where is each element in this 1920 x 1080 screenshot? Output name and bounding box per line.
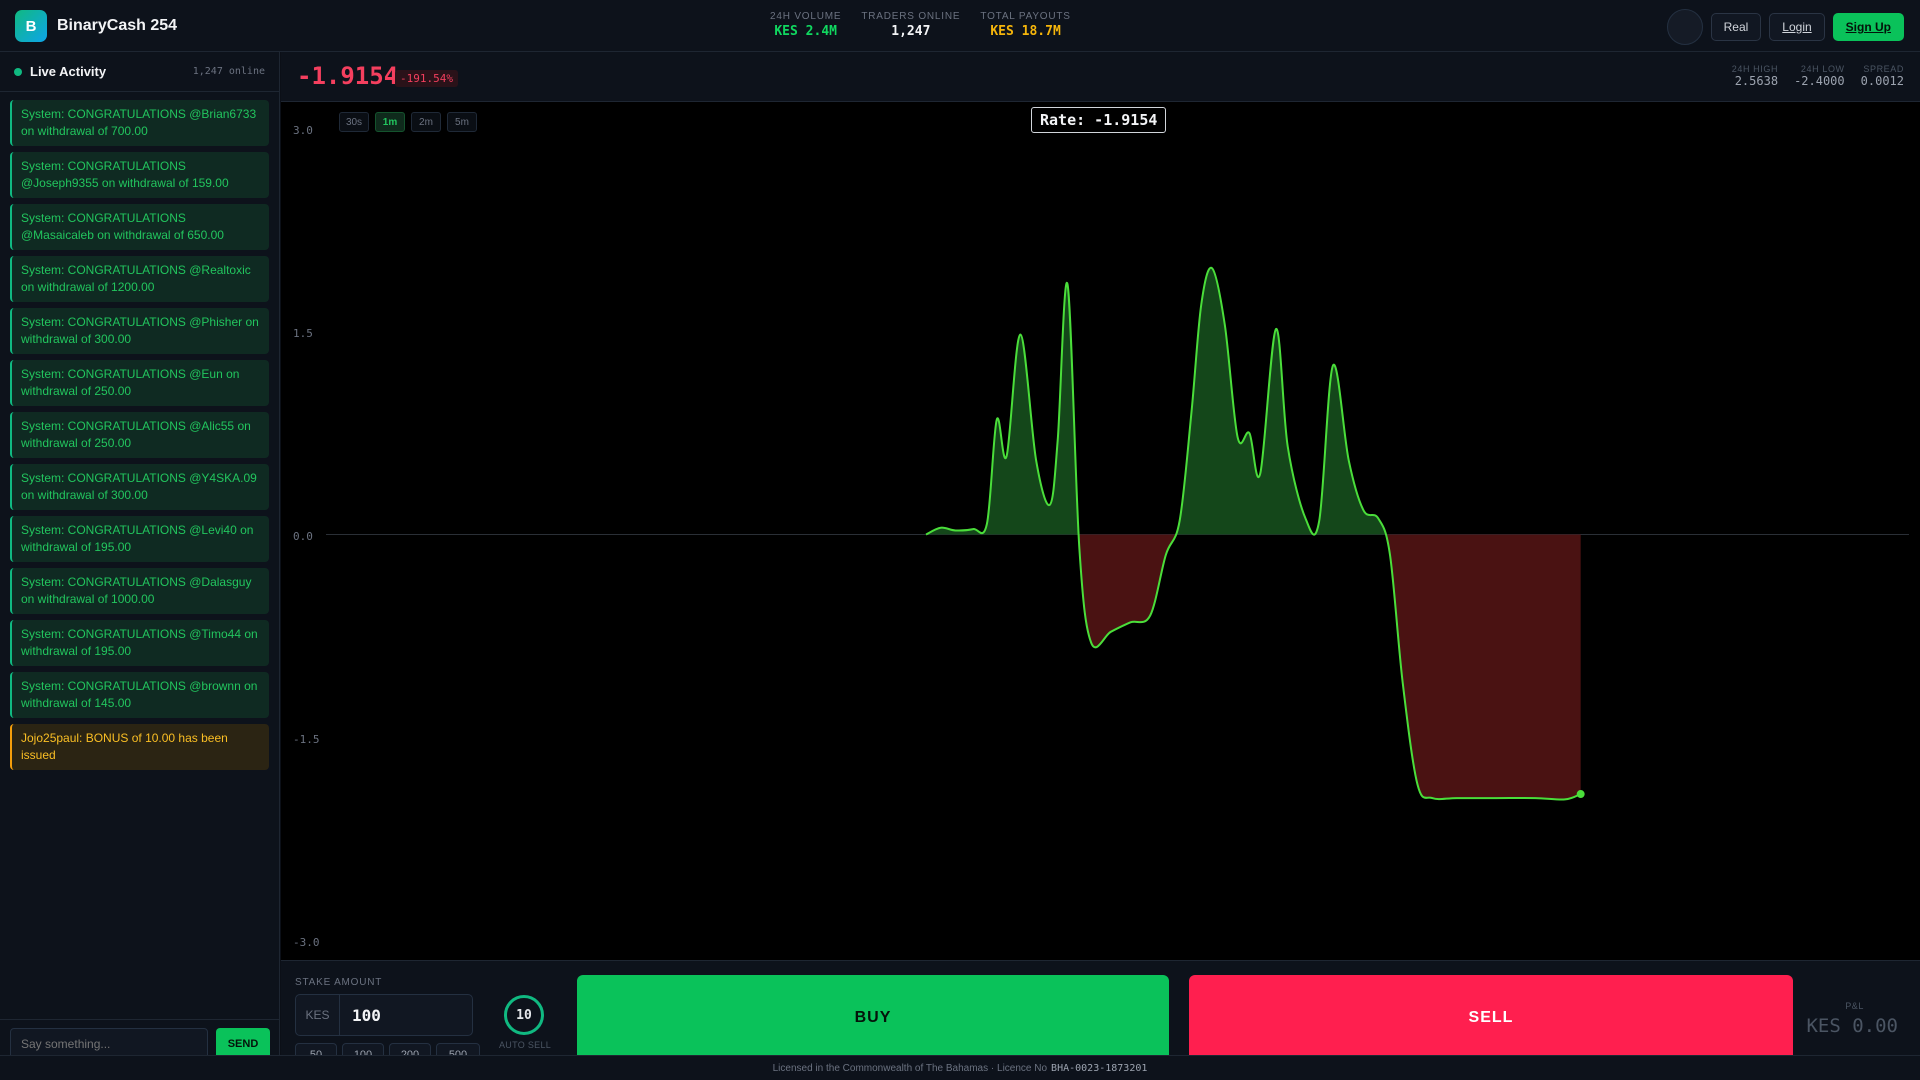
brand-logo: B — [15, 10, 47, 42]
account-mode-button[interactable]: Real — [1710, 13, 1762, 41]
activity-message: System: CONGRATULATIONS @Alic55 on withd… — [10, 412, 269, 458]
stake-amount-field[interactable]: KES 100 — [295, 994, 473, 1036]
stat-label: 24H HIGH — [1731, 64, 1779, 74]
quick-amounts: 50 100 200 500 — [295, 1043, 480, 1055]
stat-label: 24H VOLUME — [770, 11, 842, 22]
stat-label: SPREAD — [1863, 64, 1904, 74]
timeframe-1m[interactable]: 1m — [375, 112, 405, 132]
bonus-message: Jojo25paul: BONUS of 10.00 has been issu… — [10, 724, 269, 770]
chat-composer: SEND — [0, 1019, 280, 1055]
sidebar-title: Live Activity — [30, 64, 107, 79]
stat-payouts: TOTAL PAYOUTS KES 18.7M — [980, 11, 1070, 39]
header-actions: Real Login Sign Up — [1666, 9, 1904, 45]
current-price-dot — [1576, 790, 1585, 799]
sell-button[interactable]: SELL — [1189, 975, 1793, 1055]
stat-value: 0.0012 — [1860, 74, 1904, 88]
stat-value: 2.5638 — [1734, 74, 1779, 88]
stat-value: -2.4000 — [1794, 74, 1845, 88]
activity-message: System: CONGRATULATIONS @Realtoxic on wi… — [10, 256, 269, 302]
login-button[interactable]: Login — [1769, 13, 1825, 41]
header-stats: 24H VOLUME KES 2.4M TRADERS ONLINE 1,247… — [770, 11, 1071, 39]
top-header: B BinaryCash 254 24H VOLUME KES 2.4M TRA… — [0, 0, 1920, 52]
activity-message: System: CONGRATULATIONS @Eun on withdraw… — [10, 360, 269, 406]
brand-name: BinaryCash 254 — [57, 17, 178, 34]
stat-24h-low: 24H LOW -2.4000 — [1794, 64, 1845, 88]
auto-sell-label: AUTO SELL — [499, 1040, 552, 1050]
quick-amount-button[interactable]: 200 — [389, 1043, 431, 1055]
trade-panel: STAKE AMOUNT KES 100 50 100 200 500 10 A… — [281, 960, 1920, 1055]
y-tick-label: -1.5 — [293, 733, 320, 746]
quick-amount-button[interactable]: 100 — [342, 1043, 384, 1055]
stat-label: 24H LOW — [1800, 64, 1845, 74]
y-tick-label: 0.0 — [293, 530, 313, 543]
stake-currency: KES — [296, 995, 340, 1035]
live-activity-sidebar: Live Activity 1,247 online System: CONGR… — [0, 52, 280, 1055]
timeframe-5m[interactable]: 5m — [447, 112, 477, 132]
price-bar: -1.9154 -191.54% 24H HIGH 2.5638 24H LOW… — [281, 52, 1920, 102]
activity-message: System: CONGRATULATIONS @brownn on withd… — [10, 672, 269, 718]
pnl-value: KES 0.00 — [1806, 1015, 1898, 1037]
price-change-badge: -191.54% — [395, 70, 458, 87]
buy-button[interactable]: BUY — [577, 975, 1169, 1055]
price-chart[interactable]: 30s 1m 2m 5m 3.0 1.5 0.0 -1.5 -3.0 Rate:… — [281, 102, 1920, 960]
y-tick-label: -3.0 — [293, 936, 320, 949]
quick-amount-button[interactable]: 50 — [295, 1043, 337, 1055]
chart-canvas — [326, 266, 1909, 801]
stat-traders: TRADERS ONLINE 1,247 — [861, 11, 960, 39]
send-button[interactable]: SEND — [216, 1028, 270, 1055]
stake-label: STAKE AMOUNT — [295, 977, 383, 988]
license-text: Licensed in the Commonwealth of The Baha… — [772, 1062, 1048, 1074]
stat-spread: SPREAD 0.0012 — [1861, 64, 1904, 88]
current-price: -1.9154 — [297, 62, 399, 90]
activity-message: System: CONGRATULATIONS @Joseph9355 on w… — [10, 152, 269, 198]
stat-volume: 24H VOLUME KES 2.4M — [770, 11, 841, 39]
auto-sell-timer: 10 — [504, 995, 544, 1035]
stat-value: KES 18.7M — [990, 24, 1061, 39]
timeframe-30s[interactable]: 30s — [339, 112, 369, 132]
timeframe-selector: 30s 1m 2m 5m — [339, 112, 477, 132]
activity-message: System: CONGRATULATIONS @Timo44 on withd… — [10, 620, 269, 666]
sidebar-header: Live Activity 1,247 online — [0, 52, 279, 92]
quick-amount-button[interactable]: 500 — [436, 1043, 480, 1055]
activity-message: System: CONGRATULATIONS @Masaicaleb on w… — [10, 204, 269, 250]
online-count: 1,247 online — [192, 66, 265, 77]
rate-tooltip: Rate: -1.9154 — [1031, 107, 1167, 133]
market-stats: 24H HIGH 2.5638 24H LOW -2.4000 SPREAD 0… — [1732, 64, 1904, 88]
avatar-button[interactable] — [1666, 9, 1703, 45]
activity-message: System: CONGRATULATIONS @Dalasguy on wit… — [10, 568, 269, 614]
brand[interactable]: B BinaryCash 254 — [15, 10, 177, 42]
timeframe-2m[interactable]: 2m — [411, 112, 441, 132]
activity-message: System: CONGRATULATIONS @Phisher on with… — [10, 308, 269, 354]
chat-input[interactable] — [10, 1028, 208, 1055]
y-tick-label: 1.5 — [293, 327, 313, 340]
activity-message: System: CONGRATULATIONS @Levi40 on withd… — [10, 516, 269, 562]
stat-value: KES 2.4M — [774, 24, 837, 39]
footer: Licensed in the Commonwealth of The Baha… — [0, 1055, 1920, 1080]
signup-button[interactable]: Sign Up — [1832, 13, 1904, 41]
stat-24h-high: 24H HIGH 2.5638 — [1732, 64, 1778, 88]
activity-message: System: CONGRATULATIONS @Brian6733 on wi… — [10, 100, 269, 146]
activity-message: System: CONGRATULATIONS @Y4SKA.09 on wit… — [10, 464, 269, 510]
stat-label: TOTAL PAYOUTS — [980, 11, 1071, 22]
stake-input[interactable]: 100 — [340, 1006, 381, 1025]
live-dot-icon — [14, 67, 22, 76]
y-tick-label: 3.0 — [293, 124, 313, 137]
stat-label: TRADERS ONLINE — [861, 11, 961, 22]
stat-value: 1,247 — [891, 24, 931, 39]
activity-list[interactable]: System: CONGRATULATIONS @Brian6733 on wi… — [0, 92, 279, 778]
license-number: BHA-0023-1873201 — [1051, 1062, 1148, 1074]
pnl-label: P&L — [1845, 1001, 1864, 1011]
